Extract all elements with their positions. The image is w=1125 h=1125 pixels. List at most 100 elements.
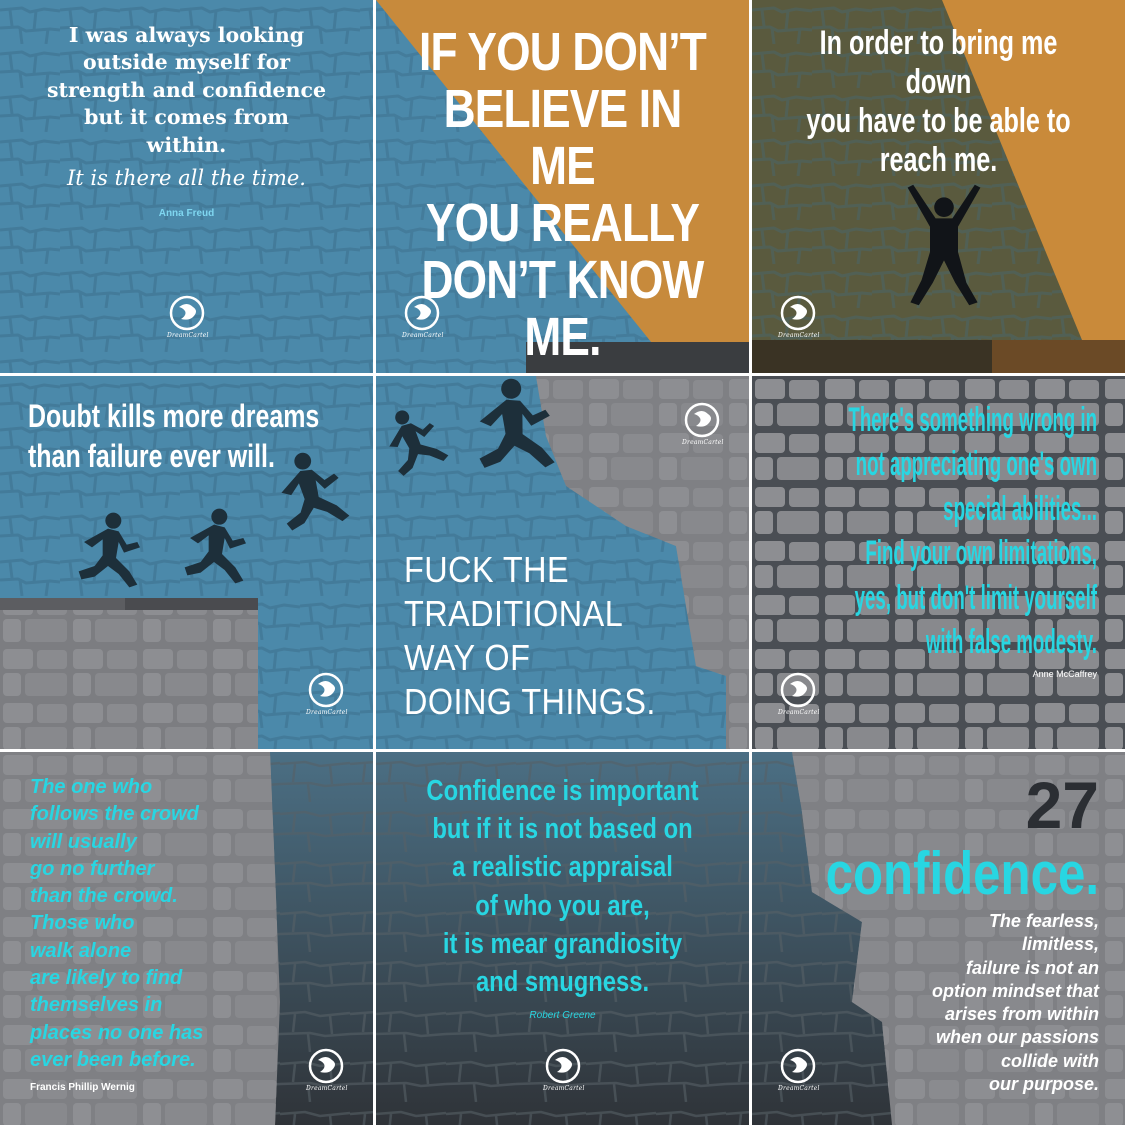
quote-line: but it comes from — [84, 105, 289, 130]
quote-tile-mccaffrey: There's something wrong in not appreciat… — [752, 376, 1125, 749]
dreamcartel-logo: DreamCartel — [778, 295, 820, 343]
quote-line: walk alone — [30, 939, 132, 962]
quote-line: WAY OF — [404, 637, 531, 678]
quote-line: follows the crowd — [30, 803, 199, 826]
logo-icon — [778, 295, 818, 331]
logo-icon — [167, 295, 207, 331]
quote-line: themselves in — [30, 994, 163, 1017]
logo-icon — [543, 1048, 583, 1084]
quote-line: DON’T KNOW — [421, 250, 704, 310]
number-label: 27 — [1025, 768, 1099, 842]
quote-line: go no further — [30, 857, 155, 880]
quote-line: but if it is not based on — [432, 813, 693, 846]
quote-line: ME. — [524, 307, 601, 367]
logo-text: DreamCartel — [402, 332, 444, 339]
quote-line: The one who — [30, 776, 153, 798]
quote-subline: It is there all the time. — [67, 166, 306, 190]
quote-line: DOING THINGS. — [404, 681, 656, 722]
logo-icon — [306, 1048, 346, 1084]
quote-line: are likely to find — [30, 967, 183, 990]
logo-text: DreamCartel — [306, 709, 348, 716]
quote-line: The fearless, — [988, 911, 1099, 931]
quote-text: I was always looking outside myself for … — [0, 22, 373, 159]
quote-tile-believe: IF YOU DON’T BELIEVE IN ME YOU REALLY DO… — [376, 0, 749, 373]
quote-line: it is mear grandiosity — [442, 927, 683, 960]
logo-text: DreamCartel — [167, 332, 209, 339]
quote-text: FUCK THE TRADITIONAL WAY OF DOING THINGS… — [404, 548, 656, 724]
quote-line: outside myself for — [82, 50, 291, 75]
title-word: confidence. — [825, 840, 1099, 907]
quote-line: will usually — [30, 830, 137, 853]
dreamcartel-logo: DreamCartel — [402, 295, 444, 343]
dreamcartel-logo: DreamCartel — [306, 1048, 348, 1096]
image-grid: I was always looking outside myself for … — [0, 0, 1125, 1125]
quote-line: special abilities... — [943, 489, 1097, 528]
quote-line: limitless, — [1021, 934, 1099, 955]
quote-tile-reach-me: In order to bring me down you have to be… — [752, 0, 1125, 373]
dreamcartel-logo: DreamCartel — [167, 295, 209, 343]
logo-icon — [682, 402, 722, 438]
quote-line: IF YOU DON’T — [418, 22, 707, 82]
quote-line: failure is not an — [965, 957, 1099, 978]
quote-line: strength and confidence — [46, 77, 327, 102]
quote-text: IF YOU DON’T BELIEVE IN ME YOU REALLY DO… — [410, 24, 716, 366]
quote-line: a realistic appraisal — [452, 851, 673, 884]
logo-text: DreamCartel — [306, 1085, 348, 1092]
quote-line: arises from within — [944, 1004, 1099, 1025]
quote-line: places no one has — [30, 1021, 204, 1044]
quote-line: BELIEVE IN ME — [443, 79, 683, 196]
runner-silhouette — [68, 502, 148, 598]
quote-tile-traditional: FUCK THE TRADITIONAL WAY OF DOING THINGS… — [376, 376, 749, 749]
quote-author: Anne McCaffrey — [1032, 669, 1097, 679]
quote-line: Find your own limitations, — [865, 534, 1097, 573]
quote-line: FUCK THE — [404, 549, 570, 590]
quote-tile-wernig: The one who follows the crowd will usual… — [0, 752, 373, 1125]
quote-line: of who you are, — [475, 889, 650, 922]
logo-text: DreamCartel — [778, 709, 820, 716]
logo-text: DreamCartel — [778, 332, 820, 339]
quote-line: you have to be able to — [806, 102, 1071, 140]
quote-line: Doubt kills more dreams — [28, 398, 320, 434]
quote-author: Robert Greene — [529, 1010, 596, 1021]
quote-text: In order to bring me down you have to be… — [800, 24, 1076, 180]
quote-line: option mindset that — [932, 980, 1099, 1001]
logo-text: DreamCartel — [778, 1085, 820, 1092]
quote-line: than the crowd. — [30, 885, 178, 908]
dreamcartel-logo: DreamCartel — [778, 1048, 820, 1096]
runner-silhouette — [174, 496, 254, 596]
logo-icon — [778, 1048, 818, 1084]
quote-line: with false modesty. — [925, 623, 1097, 662]
quote-line: not appreciating one's own — [855, 445, 1097, 484]
quote-text: The fearless, limitless, failure is not … — [932, 910, 1099, 1096]
quote-line: Those who — [30, 912, 135, 935]
dreamcartel-logo: DreamCartel — [306, 672, 348, 720]
logo-icon — [306, 672, 346, 708]
quote-line: YOU REALLY — [425, 193, 700, 253]
quote-tile-anna-freud: I was always looking outside myself for … — [0, 0, 373, 373]
quote-text: The one who follows the crowd will usual… — [30, 774, 203, 1074]
quote-line: There's something wrong in — [848, 401, 1097, 439]
jumping-person-silhouette — [902, 170, 986, 320]
quote-line: collide with — [1000, 1050, 1099, 1071]
quote-tile-doubt: Doubt kills more dreams than failure eve… — [0, 376, 373, 749]
quote-line: within. — [146, 132, 227, 157]
quote-tile-greene: Confidence is important but if it is not… — [376, 752, 749, 1125]
quote-line: In order to bring me down — [819, 24, 1058, 101]
quote-line: our purpose. — [988, 1074, 1099, 1095]
quote-tile-confidence-27: 27 confidence. The fearless, limitless, … — [752, 752, 1125, 1125]
quote-line: ever been before. — [30, 1048, 196, 1071]
quote-line: I was always looking — [68, 23, 305, 47]
quote-author: Anna Freud — [158, 208, 215, 219]
quote-line: TRADITIONAL — [404, 593, 624, 634]
logo-icon — [402, 295, 442, 331]
quote-line: yes, but don't limit yourself — [854, 578, 1097, 617]
logo-icon — [778, 672, 818, 708]
quote-author: Francis Phillip Wernig — [30, 1082, 135, 1093]
quote-text: Confidence is important but if it is not… — [410, 772, 716, 1001]
dreamcartel-logo: DreamCartel — [682, 402, 724, 450]
quote-line: and smugness. — [475, 966, 650, 999]
quote-text: There's something wrong in not appreciat… — [789, 398, 1097, 664]
dreamcartel-logo: DreamCartel — [543, 1048, 584, 1096]
jumping-person-silhouette — [448, 376, 574, 485]
logo-text: DreamCartel — [682, 439, 724, 446]
